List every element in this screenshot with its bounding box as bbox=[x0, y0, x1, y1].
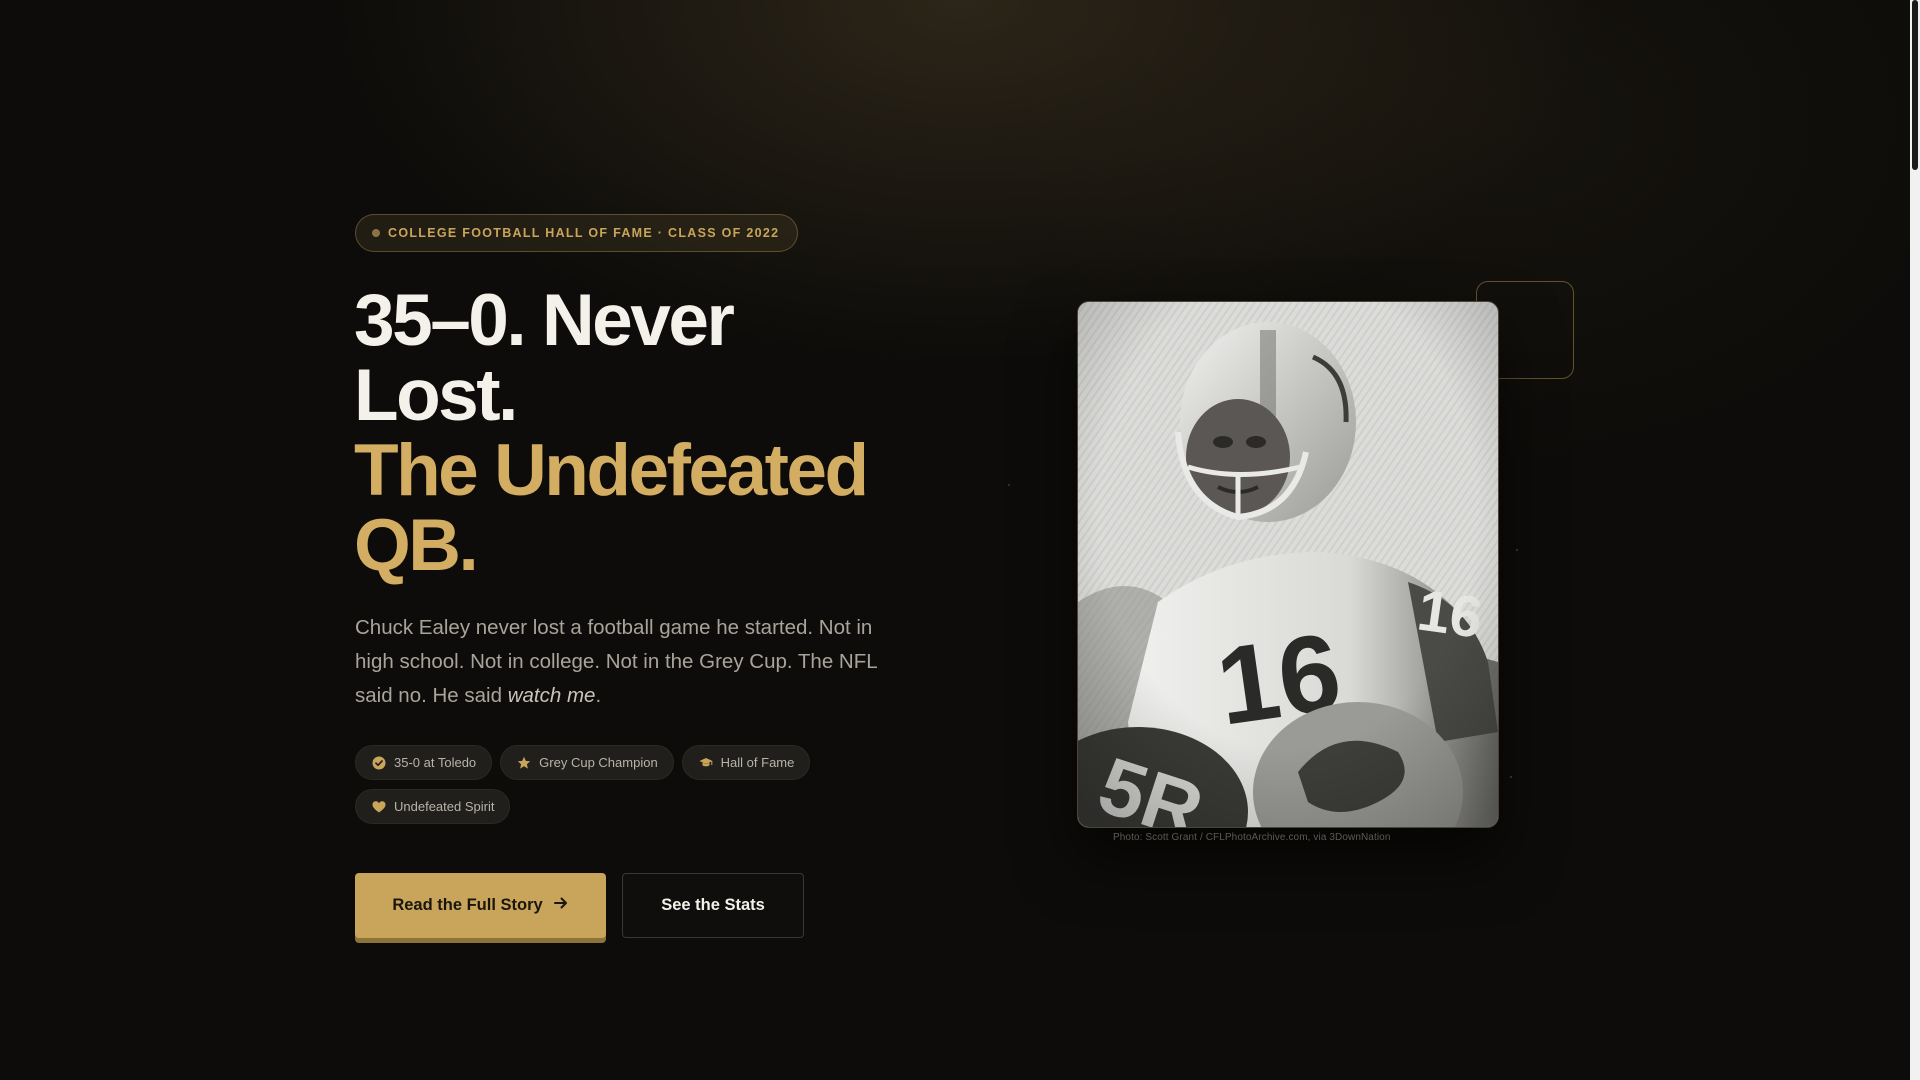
achievement-chips: 35-0 at Toledo Grey Cup Champion Hall of… bbox=[355, 745, 875, 824]
star-icon bbox=[517, 756, 531, 770]
chip-grey-cup: Grey Cup Champion bbox=[500, 745, 674, 780]
heart-icon bbox=[372, 800, 386, 814]
headline-line-3: The Undefeated bbox=[354, 430, 869, 511]
headline-line-2: Lost. bbox=[354, 355, 518, 436]
lede-emphasis: watch me bbox=[507, 684, 596, 707]
see-stats-button[interactable]: See the Stats bbox=[622, 873, 804, 938]
hall-of-fame-badge: COLLEGE FOOTBALL HALL OF FAME · CLASS OF… bbox=[355, 214, 799, 252]
read-full-story-label: Read the Full Story bbox=[392, 896, 543, 914]
chip-label: 35-0 at Toledo bbox=[394, 755, 477, 770]
hero-headline: 35–0. Never Lost. The Undefeated QB. bbox=[354, 283, 914, 583]
player-photo: 16 16 5R bbox=[1077, 301, 1499, 828]
chip-label: Grey Cup Champion bbox=[539, 755, 658, 770]
decorative-speck bbox=[1008, 484, 1010, 486]
read-full-story-button[interactable]: Read the Full Story bbox=[355, 873, 606, 938]
scrollbar-thumb[interactable] bbox=[1912, 0, 1918, 170]
chip-spirit: Undefeated Spirit bbox=[355, 789, 511, 824]
decorative-speck bbox=[1516, 549, 1518, 551]
badge-text: COLLEGE FOOTBALL HALL OF FAME · CLASS OF… bbox=[388, 226, 780, 240]
page: COLLEGE FOOTBALL HALL OF FAME · CLASS OF… bbox=[0, 0, 1920, 1080]
graduation-cap-icon bbox=[699, 756, 713, 770]
headline-line-1: 35–0. Never bbox=[354, 280, 735, 361]
chip-hall-of-fame: Hall of Fame bbox=[681, 745, 811, 780]
photo-caption: Photo: Scott Grant / CFLPhotoArchive.com… bbox=[1113, 832, 1391, 843]
lede-main: Chuck Ealey never lost a football game h… bbox=[355, 616, 877, 707]
chip-label: Hall of Fame bbox=[720, 755, 795, 770]
player-photo-illustration: 16 16 5R bbox=[1078, 302, 1498, 827]
chip-label: Undefeated Spirit bbox=[394, 799, 495, 814]
decorative-speck bbox=[1510, 776, 1512, 778]
page-scrollbar[interactable] bbox=[1910, 0, 1920, 1080]
chip-record: 35-0 at Toledo bbox=[355, 745, 493, 780]
arrow-right-icon bbox=[553, 895, 569, 916]
hero-lede: Chuck Ealey never lost a football game h… bbox=[355, 611, 895, 713]
lede-end: . bbox=[595, 684, 602, 707]
see-stats-label: See the Stats bbox=[661, 896, 765, 914]
badge-dot-icon bbox=[372, 229, 380, 237]
check-circle-icon bbox=[372, 756, 386, 770]
headline-line-4: QB. bbox=[354, 505, 479, 586]
